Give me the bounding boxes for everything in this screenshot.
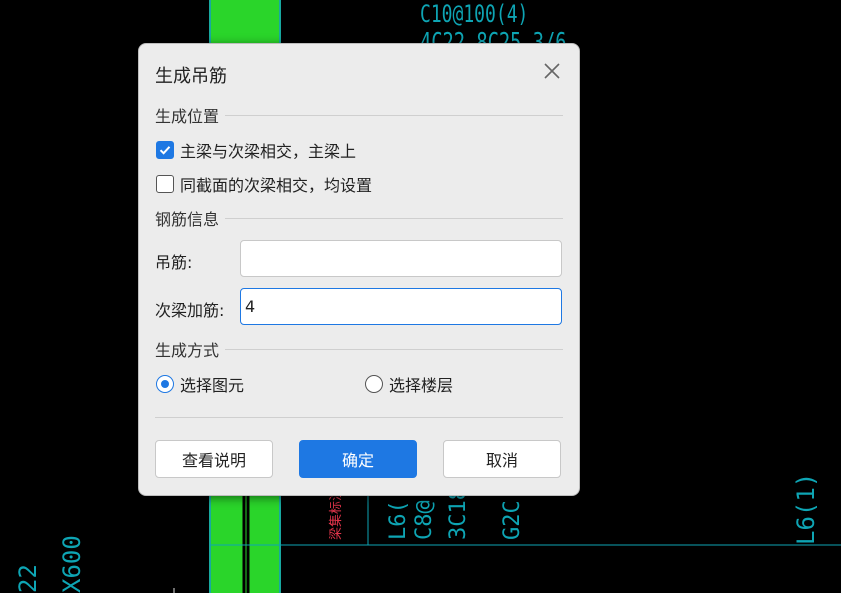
section-divider bbox=[225, 217, 563, 219]
radio-label: 选择图元 bbox=[180, 376, 245, 395]
checkbox-unchecked-icon[interactable] bbox=[156, 175, 174, 193]
checkbox-label: 同截面的次梁相交，均设置 bbox=[180, 176, 373, 195]
close-button[interactable] bbox=[539, 58, 565, 84]
secondary-beam-input[interactable] bbox=[240, 288, 562, 325]
footer-divider bbox=[155, 417, 563, 418]
radio-select-element[interactable]: 选择图元 bbox=[156, 372, 244, 396]
checkbox-label: 主梁与次梁相交，主梁上 bbox=[180, 142, 357, 161]
cad-text-vertical-b: C8@ bbox=[412, 500, 437, 540]
secondary-beam-label: 次梁加筋: bbox=[155, 301, 225, 320]
cad-text-vertical-a: L6( bbox=[386, 500, 411, 540]
checkbox-main-beam-intersect[interactable]: 主梁与次梁相交，主梁上 bbox=[156, 138, 356, 162]
rebar-section-title: 钢筋信息 bbox=[155, 210, 220, 229]
close-icon bbox=[544, 63, 560, 79]
position-section-title: 生成位置 bbox=[155, 107, 220, 126]
radio-selected-icon[interactable] bbox=[156, 375, 174, 393]
radio-label: 选择楼层 bbox=[389, 376, 454, 395]
cad-text-vertical-d: G2C bbox=[500, 500, 525, 540]
generate-hanger-dialog: 生成吊筋 生成位置 主梁与次梁相交，主梁上 同截面的次梁相交，均设置 钢筋信息 … bbox=[138, 43, 580, 496]
checkbox-checked-icon[interactable] bbox=[156, 141, 174, 159]
method-section-header: 生成方式 bbox=[155, 338, 563, 360]
ok-button[interactable]: 确定 bbox=[299, 440, 417, 478]
help-button[interactable]: 查看说明 bbox=[155, 440, 273, 478]
cad-text-left-a: 22 bbox=[14, 564, 42, 593]
hanger-label: 吊筋: bbox=[155, 253, 193, 272]
radio-select-floor[interactable]: 选择楼层 bbox=[365, 372, 453, 396]
hanger-input[interactable] bbox=[240, 240, 562, 277]
cad-text-left-b: X600 bbox=[58, 535, 86, 593]
position-section-header: 生成位置 bbox=[155, 104, 563, 126]
checkbox-same-section-intersect[interactable]: 同截面的次梁相交，均设置 bbox=[156, 172, 372, 196]
radio-unselected-icon[interactable] bbox=[365, 375, 383, 393]
section-divider bbox=[225, 348, 563, 350]
section-divider bbox=[225, 114, 563, 116]
dialog-title: 生成吊筋 bbox=[155, 66, 227, 87]
cad-text-right: L6(1) bbox=[792, 472, 820, 545]
rebar-section-header: 钢筋信息 bbox=[155, 207, 563, 229]
cad-text-top-a: C10@100(4) bbox=[420, 0, 529, 28]
cancel-button[interactable]: 取消 bbox=[443, 440, 561, 478]
method-section-title: 生成方式 bbox=[155, 341, 220, 360]
